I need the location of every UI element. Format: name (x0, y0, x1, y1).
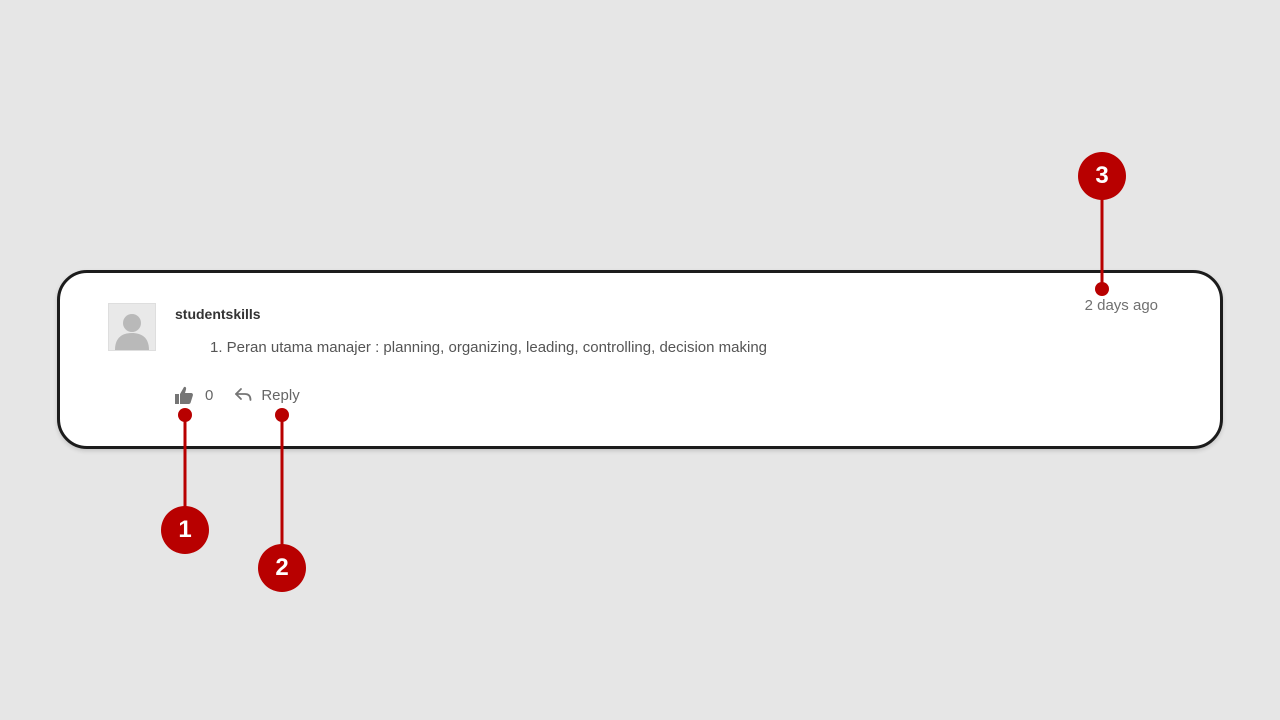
callout-badge-1: 1 (161, 506, 209, 554)
reply-label: Reply (261, 386, 300, 404)
default-user-icon (109, 304, 155, 350)
comment-card: studentskills 2 days ago 1. Peran utama … (57, 270, 1223, 449)
thumbs-up-icon (175, 386, 193, 404)
like-button[interactable]: 0 (174, 385, 213, 405)
stage: studentskills 2 days ago 1. Peran utama … (0, 0, 1280, 720)
comment-text: 1. Peran utama manajer : planning, organ… (210, 339, 767, 356)
reply-arrow-icon (235, 388, 252, 401)
timestamp[interactable]: 2 days ago (1085, 297, 1158, 314)
comment-actions: 0 Reply (174, 383, 300, 407)
like-count: 0 (205, 386, 214, 404)
callout-badge-2: 2 (258, 544, 306, 592)
username[interactable]: studentskills (175, 306, 261, 322)
callout-badge-3: 3 (1078, 152, 1126, 200)
avatar (108, 303, 156, 351)
reply-button[interactable]: Reply (233, 385, 300, 405)
